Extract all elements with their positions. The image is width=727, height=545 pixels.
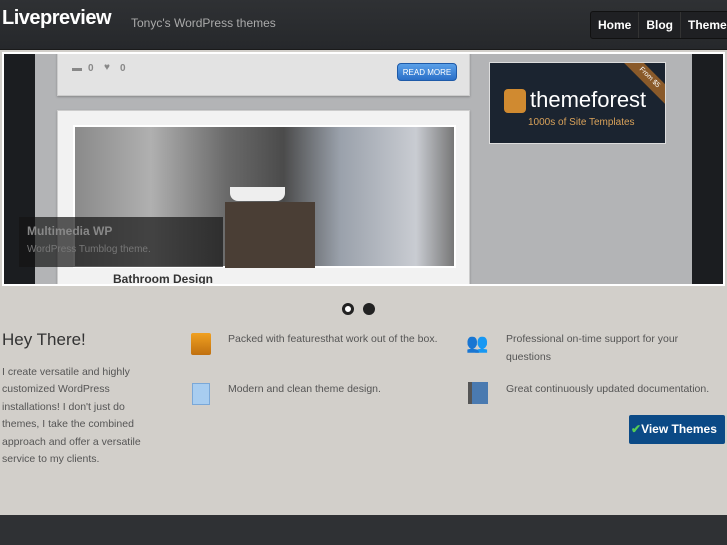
document-icon [192,383,210,405]
check-icon: ✔ [631,422,642,436]
site-footer [0,515,727,545]
slider-dot-2[interactable] [363,303,375,315]
slider-dot-1[interactable] [342,303,354,315]
themeforest-ad[interactable]: themeforest 1000s of Site Templates From… [489,62,666,144]
sink-shape [230,187,285,201]
cabinet-shape [225,202,315,268]
heart-icon: ♥ [104,62,110,73]
intro-text: I create versatile and highly customized… [2,366,141,466]
comment-count: 0 [88,63,94,74]
feature-text: Professional on-time support for your qu… [506,333,679,363]
site-logo[interactable]: Livepreview [2,7,112,30]
intro-title: Hey There! [2,330,86,349]
caption-subtitle: WordPress Tumblog theme. [27,244,151,255]
nav-blog[interactable]: Blog [639,12,682,38]
comment-icon: ▬ [72,63,82,74]
ad-subtitle: 1000s of Site Templates [528,117,635,128]
slide-caption: Multimedia WP WordPress Tumblog theme. [19,217,223,267]
post-card: ▬ 0 ♥ 0 READ MORE [57,54,470,96]
post-title[interactable]: Bathroom Design [113,272,213,284]
site-tagline: Tonyc's WordPress themes [131,16,276,30]
ad-logo-text: themeforest [530,87,647,112]
feature-text: Great continuously updated documentation… [506,383,710,395]
feature-text: Packed with featuresthat work out of the… [228,333,438,345]
book-icon [468,382,488,404]
box-icon [191,333,211,355]
read-more-button[interactable]: READ MORE [397,63,457,81]
slider-right-edge [692,54,723,284]
feature-text: Modern and clean theme design. [228,383,381,395]
view-themes-label: View Themes [641,422,717,436]
view-themes-button[interactable]: ✔View Themes [629,415,725,444]
slider: ▬ 0 ♥ 0 READ MORE Bathroom Design Multim… [2,52,725,286]
caption-title: Multimedia WP [27,224,113,238]
main-nav: Home Blog Themes [590,11,727,39]
users-icon: 👥 [466,333,489,353]
nav-themes[interactable]: Themes [681,12,727,38]
themeforest-logo-icon [504,89,526,113]
site-header: Livepreview Tonyc's WordPress themes Hom… [0,0,727,50]
nav-home[interactable]: Home [591,12,640,38]
like-count: 0 [120,63,126,74]
